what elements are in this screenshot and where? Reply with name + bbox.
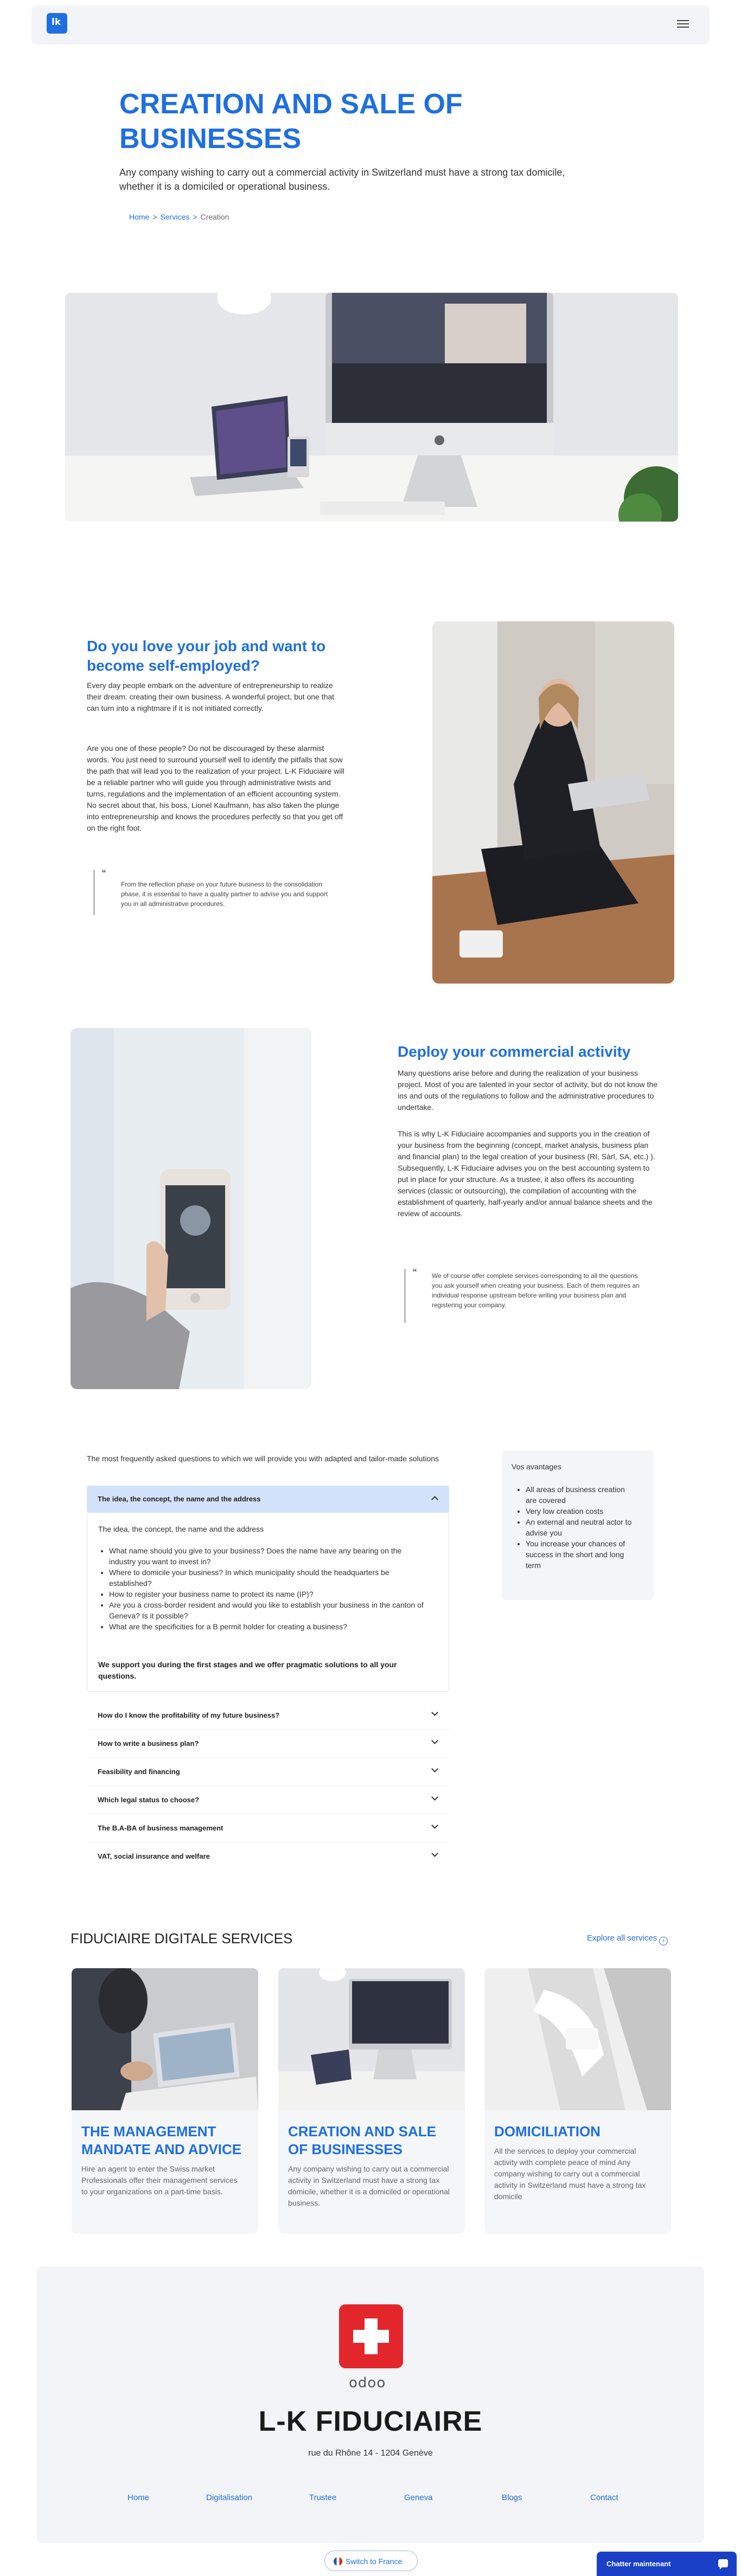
logo-text: lk (52, 17, 61, 28)
deploy-paragraph-2: This is why L-K Fiduciaire accompanies a… (398, 1129, 655, 1218)
explore-label: Explore all services (587, 1933, 657, 1943)
service-card-image (278, 1968, 465, 2110)
switch-language-button[interactable]: Switch to France (324, 2551, 418, 2571)
service-card-image (484, 1968, 671, 2110)
list-item: Are you a cross-border resident and woul… (109, 1599, 424, 1621)
faq-item-label: Which legal status to choose? (98, 1796, 200, 1804)
page-title: CREATION AND SALE OF BUSINESSES (119, 88, 463, 155)
advantages-title: Vos avantages (512, 1462, 561, 1471)
chevron-down-icon[interactable] (431, 1709, 438, 1716)
chevron-down-icon[interactable] (431, 1765, 438, 1772)
chevron-up-icon[interactable] (431, 1496, 438, 1503)
faq-item-label: How to write a business plan? (98, 1739, 199, 1748)
footer-link-home[interactable]: Home (127, 2493, 149, 2502)
footer: odoo L-K FIDUCIAIRE rue du Rhône 14 - 12… (37, 2266, 704, 2543)
faq-item-financing[interactable]: Feasibility and financing (87, 1758, 449, 1786)
faq-item-management[interactable]: The B.A-BA of business management (87, 1814, 449, 1842)
lk-logo[interactable]: lk (47, 13, 67, 34)
breadcrumb-separator: > (193, 213, 197, 221)
faq-open-title: The idea, the concept, the name and the … (98, 1495, 261, 1503)
page-subtitle: Any company wishing to carry out a comme… (119, 167, 565, 192)
list-item: How to register your business name to pr… (109, 1589, 424, 1599)
switch-language-label: Switch to France (346, 2557, 403, 2566)
faq-item-label: The B.A-BA of business management (98, 1824, 223, 1832)
service-card-creation[interactable]: CREATION AND SALE OF BUSINESSES Any comp… (278, 1968, 465, 2234)
breadcrumb-separator: > (152, 213, 157, 221)
self-employed-paragraph-1: Every day people embark on the adventure… (87, 681, 335, 712)
footer-link-contact[interactable]: Contact (590, 2493, 618, 2502)
odoo-logo: odoo (349, 2375, 386, 2391)
hamburger-menu-icon[interactable] (677, 20, 689, 28)
chat-bubble-icon (718, 2559, 728, 2569)
list-item: Where to domicile your business? In whic… (109, 1567, 424, 1589)
chat-now-button[interactable]: Chatter maintenant (597, 2552, 737, 2576)
advantages-box: Vos avantages All areas of business crea… (502, 1450, 654, 1600)
faq-body-closing: We support you during the first stages a… (98, 1660, 397, 1680)
service-card-desc: Any company wishing to carry out a comme… (288, 2164, 450, 2207)
faq-item-label: How do I know the profitability of my fu… (98, 1711, 280, 1719)
breadcrumb: Home > Services > Creation (129, 213, 229, 221)
service-card-title: CREATION AND SALE OF BUSINESSES (288, 2123, 436, 2157)
deploy-paragraph-1: Many questions arise before and during t… (398, 1069, 658, 1112)
breadcrumb-current: Creation (200, 213, 229, 221)
faq-item-business-plan[interactable]: How to write a business plan? (87, 1730, 449, 1758)
list-item: Very low creation costs (526, 1506, 634, 1517)
hand-holding-phone-image (71, 1028, 311, 1389)
faq-body-lead: The idea, the concept, the name and the … (98, 1525, 264, 1533)
services-title: FIDUCIAIRE DIGITALE SERVICES (71, 1930, 293, 1947)
advantages-list: All areas of business creation are cover… (526, 1484, 634, 1571)
france-flag-icon (334, 2557, 342, 2566)
faq-intro: The most frequently asked questions to w… (87, 1454, 439, 1463)
service-card-management[interactable]: THE MANAGEMENT MANDATE AND ADVICE Hire a… (72, 1968, 258, 2234)
footer-link-blogs[interactable]: Blogs (502, 2493, 522, 2502)
list-item: You increase your chances of success in … (526, 1538, 634, 1571)
chevron-down-icon[interactable] (431, 1737, 438, 1744)
quote-icon: ❝ (101, 869, 106, 878)
self-employed-quote: ❝ From the reflection phase on your futu… (93, 869, 332, 915)
quote-text: We of course offer complete services cor… (432, 1272, 640, 1309)
breadcrumb-home[interactable]: Home (129, 213, 149, 221)
faq-item-vat[interactable]: VAT, social insurance and welfare (87, 1842, 449, 1871)
footer-link-digitalisation[interactable]: Digitalisation (206, 2493, 252, 2502)
faq-open-body: The idea, the concept, the name and the … (87, 1513, 449, 1692)
footer-address: rue du Rhône 14 - 1204 Genève (308, 2449, 433, 2458)
quote-text: From the reflection phase on your future… (121, 881, 328, 908)
list-item: All areas of business creation are cover… (526, 1484, 634, 1506)
chevron-down-icon[interactable] (431, 1822, 438, 1829)
chevron-down-icon[interactable] (431, 1850, 438, 1857)
service-card-image (72, 1968, 258, 2110)
list-item: What name should you give to your busine… (109, 1545, 424, 1567)
woman-with-laptop-image (432, 621, 674, 984)
service-card-desc: Hire an agent to enter the Swiss market … (81, 2164, 238, 2196)
deploy-quote: ❝ We of course offer complete services c… (404, 1268, 643, 1323)
footer-brand: L-K FIDUCIAIRE (258, 2406, 483, 2437)
faq-item-label: Feasibility and financing (98, 1768, 180, 1776)
faq-item-profitability[interactable]: How do I know the profitability of my fu… (87, 1701, 449, 1730)
explore-services-link[interactable]: Explore all services › (587, 1933, 668, 1945)
list-item: What are the specificities for a B permi… (109, 1621, 424, 1632)
chat-label: Chatter maintenant (606, 2560, 671, 2568)
faq-body-list: What name should you give to your busine… (109, 1545, 424, 1632)
self-employed-title: Do you love your job and want to become … (87, 638, 326, 674)
footer-link-trustee[interactable]: Trustee (309, 2493, 336, 2502)
service-card-title: THE MANAGEMENT MANDATE AND ADVICE (81, 2123, 242, 2157)
arrow-right-circle-icon: › (659, 1937, 668, 1945)
top-navbar: lk (31, 5, 710, 44)
swiss-cross-logo (339, 2304, 403, 2368)
faq-open-header[interactable]: The idea, the concept, the name and the … (87, 1486, 449, 1513)
service-card-desc: All the services to deploy your commerci… (494, 2147, 646, 2201)
chevron-down-icon[interactable] (431, 1794, 438, 1801)
service-card-title: DOMICILIATION (494, 2123, 601, 2140)
faq-item-label: VAT, social insurance and welfare (98, 1852, 210, 1860)
service-card-domiciliation[interactable]: DOMICILIATION All the services to deploy… (484, 1968, 671, 2234)
self-employed-paragraph-2: Are you one of these people? Do not be d… (87, 744, 344, 832)
footer-link-geneva[interactable]: Geneva (404, 2493, 433, 2502)
faq-item-legal-status[interactable]: Which legal status to choose? (87, 1786, 449, 1814)
list-item: An external and neutral actor to advise … (526, 1517, 634, 1538)
deploy-title: Deploy your commercial activity (398, 1043, 631, 1060)
quote-icon: ❝ (412, 1268, 417, 1277)
hero-image-desk-computers (65, 293, 678, 522)
breadcrumb-services[interactable]: Services (161, 213, 190, 221)
